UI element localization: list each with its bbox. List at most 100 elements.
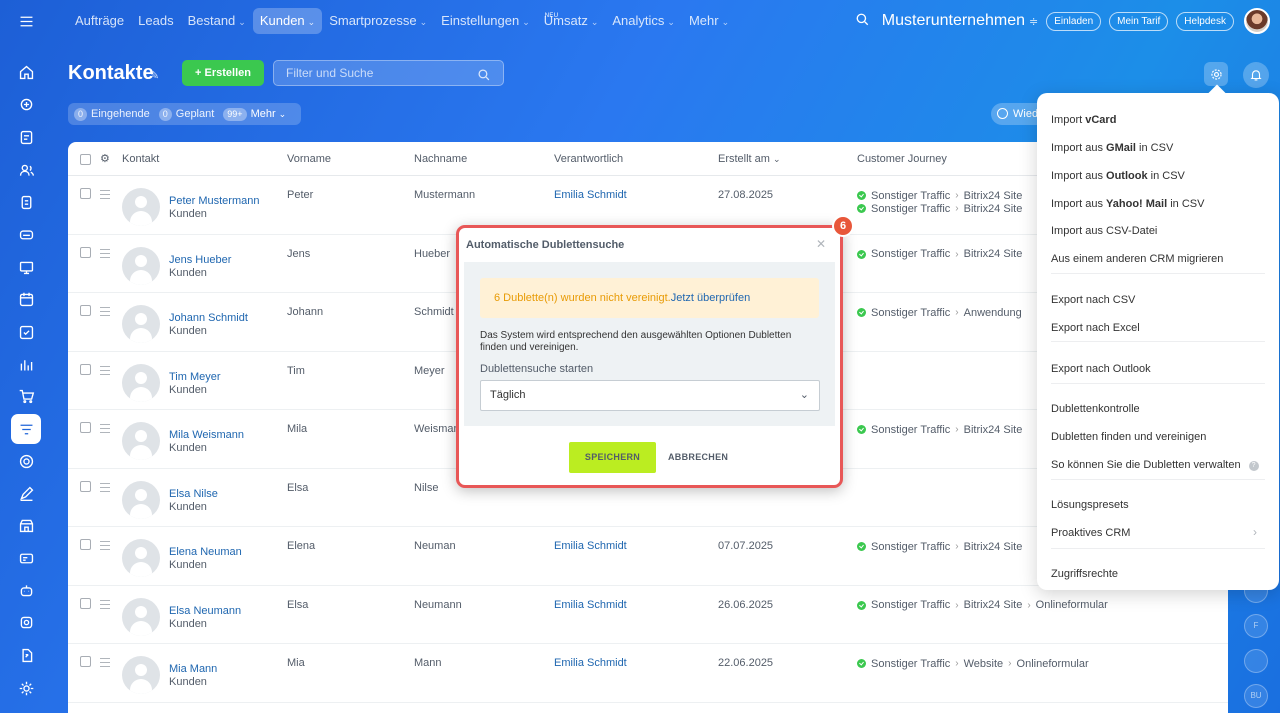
contacts-icon[interactable] <box>14 158 38 182</box>
nav-item-umsatz[interactable]: NEU Umsatz ⌄ <box>537 8 606 34</box>
menu-item[interactable]: Export nach CSV <box>1051 294 1135 306</box>
drag-handle-icon[interactable] <box>100 307 110 319</box>
contact-name[interactable]: Elsa Nilse <box>169 488 218 500</box>
contact-name[interactable]: Jens Hueber <box>169 254 231 266</box>
menu-item[interactable]: So können Sie die Dubletten verwalten? <box>1051 459 1259 471</box>
apps-icon[interactable] <box>14 610 38 634</box>
close-icon[interactable]: ✕ <box>816 237 826 251</box>
row-checkbox[interactable] <box>80 656 91 667</box>
helpdesk-button[interactable]: Helpdesk <box>1176 11 1234 31</box>
select-all-checkbox[interactable] <box>80 154 91 165</box>
side-avatar-bu[interactable]: BU <box>1244 684 1268 708</box>
contact-name[interactable]: Tim Meyer <box>169 371 221 383</box>
row-checkbox[interactable] <box>80 480 91 492</box>
row-checkbox[interactable] <box>80 422 91 433</box>
contact-name[interactable]: Elsa Neumann <box>169 605 241 617</box>
home-icon[interactable] <box>14 60 38 84</box>
filter-search-input[interactable]: Filter und Suche <box>273 60 504 86</box>
column-erstellt[interactable]: Erstellt am ⌄ <box>718 153 781 165</box>
menu-item[interactable]: Lösungspresets <box>1051 499 1129 511</box>
notifications-button[interactable] <box>1243 62 1269 88</box>
review-now-link[interactable]: Jetzt überprüfen <box>671 292 751 304</box>
save-button[interactable]: SPEICHERN <box>569 442 656 473</box>
sign-icon[interactable] <box>14 481 38 505</box>
drag-handle-icon[interactable] <box>100 482 110 495</box>
menu-item[interactable]: Proaktives CRM <box>1051 527 1130 539</box>
contact-name[interactable]: Mia Mann <box>169 663 217 675</box>
search-icon[interactable] <box>855 12 870 30</box>
tasks-icon[interactable] <box>14 125 38 149</box>
row-checkbox[interactable] <box>80 305 91 316</box>
frequency-select[interactable]: Täglich ⌄ <box>480 380 820 411</box>
column-verantwortlich[interactable]: Verantwortlich <box>554 153 623 165</box>
drag-handle-icon[interactable] <box>100 658 110 670</box>
row-checkbox[interactable] <box>80 246 91 258</box>
drive-icon[interactable] <box>14 222 38 246</box>
table-row[interactable]: Mia Mann Kunden Mia Mann Emilia Schmidt 22.06… <box>68 644 1228 703</box>
nav-item-mehr[interactable]: Mehr ⌄ <box>682 8 736 34</box>
cell-responsible[interactable]: Emilia Schmidt <box>554 657 627 669</box>
menu-item[interactable]: Import aus Yahoo! Mail in CSV <box>1051 198 1204 210</box>
menu-item[interactable]: Import vCard <box>1051 114 1116 126</box>
menu-item[interactable]: Import aus Outlook in CSV <box>1051 170 1185 182</box>
cart-icon[interactable] <box>14 384 38 408</box>
menu-item[interactable]: Dublettenkontrolle <box>1051 403 1140 415</box>
help-icon[interactable]: ? <box>1248 461 1259 471</box>
menu-item[interactable]: Dubletten finden und vereinigen <box>1051 431 1206 443</box>
menu-item[interactable]: Import aus GMail in CSV <box>1051 142 1173 154</box>
menu-item[interactable]: Zugriffsrechte <box>1051 568 1118 580</box>
calendar-icon[interactable] <box>14 287 38 311</box>
drag-handle-icon[interactable] <box>100 365 110 378</box>
create-button[interactable]: + Erstellen <box>182 60 264 86</box>
drag-handle-icon[interactable] <box>100 424 110 436</box>
gear-icon[interactable]: ⚙ <box>100 152 110 165</box>
drag-handle-icon[interactable] <box>100 599 110 612</box>
nav-item-kunden[interactable]: Kunden ⌄ <box>252 8 323 34</box>
menu-item[interactable]: Export nach Outlook <box>1051 363 1151 375</box>
crm-funnel-icon[interactable] <box>11 414 41 444</box>
settings-icon[interactable] <box>14 676 38 700</box>
menu-icon[interactable] <box>14 9 38 33</box>
settings-gear-button[interactable] <box>1204 62 1228 86</box>
column-nachname[interactable]: Nachname <box>414 153 467 165</box>
cell-responsible[interactable]: Emilia Schmidt <box>554 189 627 201</box>
nav-item-analytics[interactable]: Analytics ⌄ <box>605 8 682 34</box>
contact-name[interactable]: Johann Schmidt <box>169 312 248 324</box>
nav-item-bestand[interactable]: Bestand ⌄ <box>181 8 253 34</box>
drag-handle-icon[interactable] <box>100 541 110 553</box>
row-checkbox[interactable] <box>80 363 91 375</box>
target-icon[interactable] <box>14 449 38 473</box>
export-icon[interactable] <box>14 643 38 667</box>
side-avatar-f[interactable]: F <box>1244 614 1268 638</box>
row-checkbox[interactable] <box>80 539 91 550</box>
documents-icon[interactable] <box>14 190 38 214</box>
card-icon[interactable] <box>14 546 38 570</box>
store-icon[interactable] <box>14 513 38 537</box>
side-avatar-bot[interactable] <box>1244 649 1268 673</box>
analytics-icon[interactable] <box>14 352 38 376</box>
column-kontakt[interactable]: Kontakt <box>122 153 159 165</box>
presentation-icon[interactable] <box>14 255 38 279</box>
contact-name[interactable]: Peter Mustermann <box>169 195 259 207</box>
checkbox-icon[interactable] <box>14 320 38 344</box>
menu-item[interactable]: Import aus CSV-Datei <box>1051 225 1157 237</box>
contact-name[interactable]: Elena Neuman <box>169 546 242 558</box>
counter-incoming[interactable]: 0 Eingehende <box>74 107 150 121</box>
drag-handle-icon[interactable] <box>100 190 110 202</box>
company-name[interactable]: Musterunternehmen ≑ <box>882 12 1038 30</box>
drag-handle-icon[interactable] <box>100 248 110 261</box>
column-journey[interactable]: Customer Journey <box>857 153 947 165</box>
menu-item[interactable]: Aus einem anderen CRM migrieren <box>1051 253 1223 265</box>
nav-item-smartprozesse[interactable]: Smartprozesse ⌄ <box>322 8 434 34</box>
invite-button[interactable]: Einladen <box>1046 11 1102 31</box>
counter-more[interactable]: 99+ Mehr ⌄ <box>223 107 286 121</box>
nav-item-auftraege[interactable]: Aufträge <box>68 8 131 34</box>
column-vorname[interactable]: Vorname <box>287 153 331 165</box>
robot-icon[interactable] <box>14 578 38 602</box>
nav-item-leads[interactable]: Leads <box>131 8 180 34</box>
cell-responsible[interactable]: Emilia Schmidt <box>554 599 627 611</box>
nav-item-einstellungen[interactable]: Einstellungen ⌄ <box>434 8 537 34</box>
row-checkbox[interactable] <box>80 188 91 199</box>
cell-responsible[interactable]: Emilia Schmidt <box>554 540 627 552</box>
contact-name[interactable]: Mila Weismann <box>169 429 244 441</box>
